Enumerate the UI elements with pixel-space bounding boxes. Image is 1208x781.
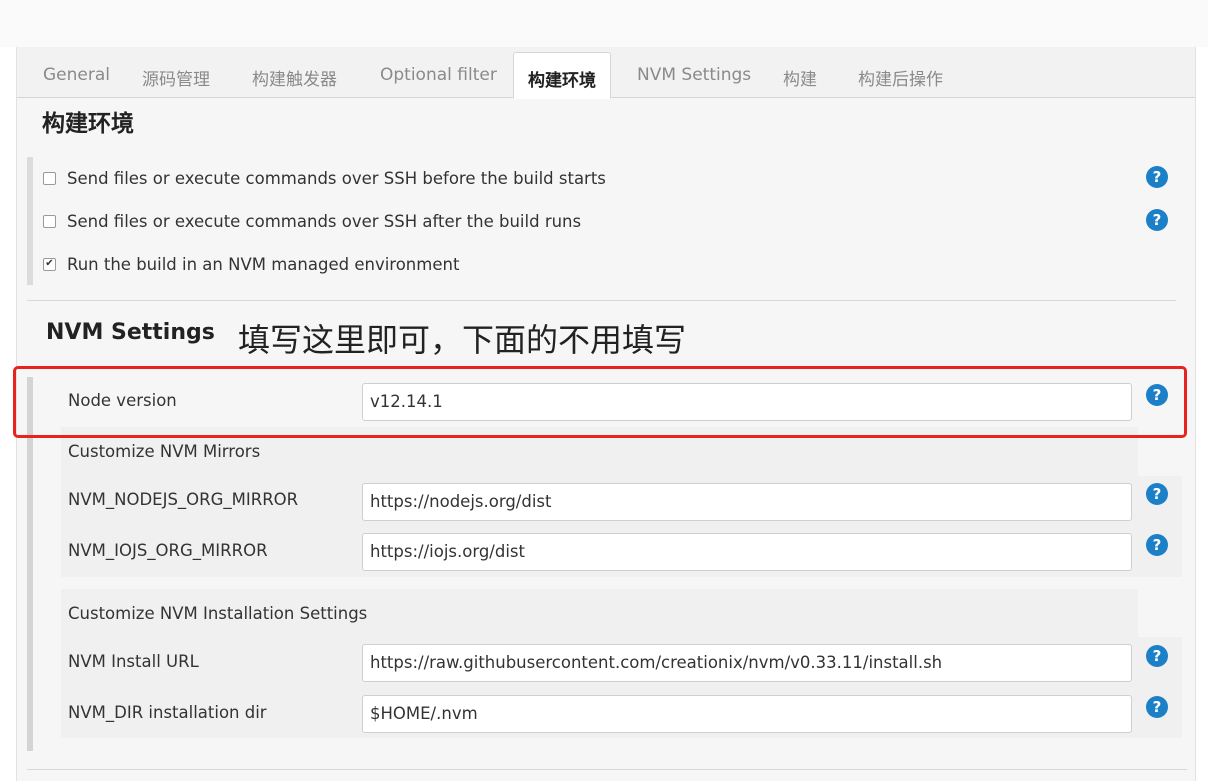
options-group-bar (27, 157, 33, 285)
option-ssh-before: Send files or execute commands over SSH … (43, 167, 606, 189)
tab-nvm-settings[interactable]: NVM Settings (637, 65, 751, 85)
annotation-text: 填写这里即可，下面的不用填写 (238, 321, 687, 359)
config-panel: General 源码管理 构建触发器 Optional filter 构建环境 … (13, 47, 1196, 781)
tab-build-triggers[interactable]: 构建触发器 (252, 65, 337, 90)
tab-scm[interactable]: 源码管理 (142, 65, 210, 90)
option-label: Send files or execute commands over SSH … (67, 211, 582, 231)
install-url-input[interactable]: https://raw.githubusercontent.com/creati… (362, 644, 1132, 682)
section-title: 构建环境 (42, 111, 134, 137)
divider (27, 769, 1187, 770)
option-label: Send files or execute commands over SSH … (67, 168, 606, 188)
option-nvm-env: ✔ Run the build in an NVM managed enviro… (43, 253, 459, 275)
nodejs-mirror-input[interactable]: https://nodejs.org/dist (362, 483, 1132, 521)
tab-post-build[interactable]: 构建后操作 (858, 65, 943, 90)
nodejs-mirror-label: NVM_NODEJS_ORG_MIRROR (68, 490, 299, 509)
checkbox-ssh-before[interactable] (43, 171, 56, 185)
question-mark-icon[interactable]: ? (1146, 696, 1168, 718)
option-label: Run the build in an NVM managed environm… (67, 254, 460, 274)
tab-optional-filter[interactable]: Optional filter (380, 65, 497, 85)
checkbox-nvm-env[interactable]: ✔ (43, 257, 56, 271)
top-bar (0, 0, 1208, 47)
nvm-dir-input[interactable]: $HOME/.nvm (362, 695, 1132, 733)
question-mark-icon[interactable]: ? (1146, 209, 1168, 231)
question-mark-icon[interactable]: ? (1146, 166, 1168, 188)
tab-general[interactable]: General (43, 65, 110, 85)
mirrors-title: Customize NVM Mirrors (68, 442, 261, 461)
question-mark-icon[interactable]: ? (1146, 483, 1168, 505)
install-url-label: NVM Install URL (68, 652, 199, 671)
iojs-mirror-input[interactable]: https://iojs.org/dist (362, 533, 1132, 571)
nvm-settings-heading: NVM Settings (46, 320, 215, 345)
tab-build[interactable]: 构建 (783, 65, 817, 90)
question-mark-icon[interactable]: ? (1146, 534, 1168, 556)
iojs-mirror-label: NVM_IOJS_ORG_MIRROR (68, 541, 268, 560)
install-settings-title: Customize NVM Installation Settings (68, 604, 368, 623)
annotation-highlight-box (13, 366, 1187, 438)
option-ssh-after: Send files or execute commands over SSH … (43, 210, 581, 232)
checkbox-ssh-after[interactable] (43, 214, 56, 228)
tab-bar: General 源码管理 构建触发器 Optional filter 构建环境 … (17, 47, 1195, 99)
divider (27, 300, 1176, 301)
nvm-dir-label: NVM_DIR installation dir (68, 703, 267, 722)
question-mark-icon[interactable]: ? (1146, 645, 1168, 667)
tab-build-environment[interactable]: 构建环境 (513, 52, 611, 99)
